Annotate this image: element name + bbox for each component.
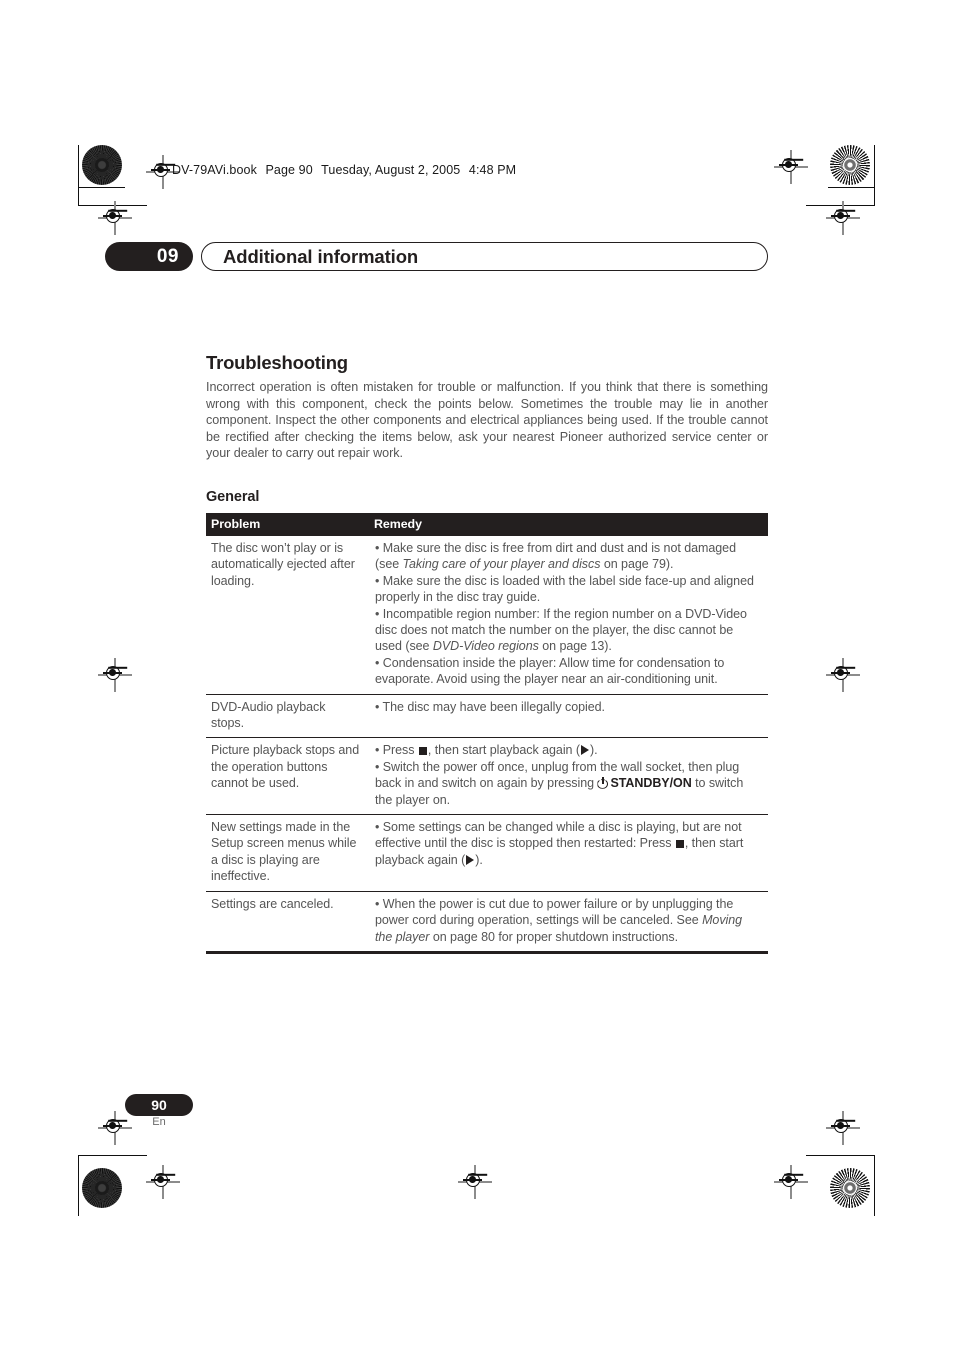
page-title: Troubleshooting: [206, 352, 348, 373]
cross-reference: Moving the player: [375, 913, 743, 944]
remedy-bullet: • Make sure the disc is loaded with the …: [375, 573, 754, 605]
chapter-header: 09 Additional information: [105, 242, 768, 271]
cell-problem: DVD-Audio playback stops.: [206, 694, 369, 739]
registration-mark-right-upper: [826, 201, 860, 235]
crop-mark-top-right-outer: [806, 145, 875, 206]
registration-mark-left-upper: [98, 201, 132, 235]
remedy-bullet: • Switch the power off once, unplug from…: [375, 759, 744, 807]
play-icon: [580, 745, 589, 756]
cross-reference: DVD-Video regions: [432, 639, 539, 654]
remedy-bullet: • Press , then start playback again ().: [375, 743, 598, 758]
chapter-title: Additional information: [223, 245, 419, 267]
subsection-title: General: [206, 488, 260, 505]
crop-mark-bottom-left: [78, 1155, 125, 1198]
control-name: STANDBY/ON: [610, 776, 692, 791]
stop-icon: [675, 839, 684, 848]
table-row: DVD-Audio playback stops. • The disc may …: [206, 694, 768, 739]
print-density-mark-bottom-left: [82, 1168, 122, 1208]
table-row: Settings are canceled. • When the power i…: [206, 891, 768, 954]
registration-mark-bottom-right: [774, 1165, 808, 1199]
column-header-remedy: Remedy: [369, 512, 768, 536]
page-content: Troubleshooting Incorrect operation is o…: [206, 352, 768, 954]
running-head-date: Tuesday, August 2, 2005: [321, 163, 461, 177]
remedy-bullet: • Incompatible region number: If the reg…: [375, 606, 747, 654]
print-density-mark-top-right: [830, 145, 870, 185]
intro-paragraph: Incorrect operation is often mistaken fo…: [206, 380, 768, 461]
cell-remedy: • Make sure the disc is free from dirt a…: [369, 535, 768, 695]
play-icon: [466, 854, 475, 865]
registration-mark-top-right: [774, 150, 808, 184]
crop-mark-top-left: [78, 145, 125, 188]
print-density-mark-bottom-right: [830, 1168, 870, 1208]
crop-mark-bottom-right: [828, 1155, 875, 1198]
cell-remedy: • When the power is cut due to power fai…: [369, 891, 768, 954]
column-header-problem: Problem: [206, 512, 369, 536]
cell-problem: Picture playback stops and the operation…: [206, 737, 369, 816]
running-head: DV-79AVi.book Page 90 Tuesday, August 2,…: [172, 163, 516, 177]
cell-remedy: • The disc may have been illegally copie…: [369, 694, 768, 739]
table-row: New settings made in the Setup screen me…: [206, 814, 768, 892]
print-density-mark-top-left: [82, 145, 122, 185]
registration-mark-bottom-left: [146, 1165, 180, 1199]
cell-problem: Settings are canceled.: [206, 891, 369, 954]
power-icon: [597, 776, 608, 789]
cell-problem: New settings made in the Setup screen me…: [206, 814, 369, 892]
registration-mark-right-lower: [826, 1111, 860, 1145]
crop-mark-top-right: [828, 145, 875, 188]
running-head-time: 4:48 PM: [468, 163, 517, 177]
chapter-number-badge: 09: [105, 242, 193, 271]
crop-mark-top-left-outer: [78, 145, 147, 206]
cell-problem: The disc won’t play or is automatically …: [206, 535, 369, 695]
running-head-filename: DV-79AVi.book: [172, 163, 257, 177]
table-body: The disc won’t play or is automatically …: [206, 535, 768, 954]
remedy-bullet: • The disc may have been illegally copie…: [375, 699, 605, 714]
cross-reference: Taking care of your player and discs: [402, 557, 601, 572]
remedy-bullet: • When the power is cut due to power fai…: [375, 896, 743, 944]
table-header-row: Problem Remedy: [206, 512, 768, 536]
page-language-label: En: [152, 1116, 166, 1128]
running-head-page: Page 90: [265, 163, 313, 177]
crop-mark-bottom-right-outer: [806, 1155, 875, 1216]
cell-remedy: • Some settings can be changed while a d…: [369, 814, 768, 892]
cell-remedy: • Press , then start playback again (). •…: [369, 737, 768, 816]
remedy-bullet: • Condensation inside the player: Allow …: [375, 655, 725, 687]
crop-mark-bottom-left-outer: [78, 1155, 147, 1216]
registration-mark-bottom-center: [458, 1165, 492, 1199]
remedy-bullet: • Make sure the disc is free from dirt a…: [375, 540, 736, 572]
table-row: The disc won’t play or is automatically …: [206, 535, 768, 695]
troubleshooting-table: Problem Remedy The disc won’t play or is…: [206, 512, 768, 954]
registration-mark-right-middle: [826, 658, 860, 692]
stop-icon: [418, 746, 427, 755]
table-row: Picture playback stops and the operation…: [206, 737, 768, 816]
page-number-badge: 90: [125, 1094, 193, 1116]
registration-mark-left-middle: [98, 658, 132, 692]
remedy-bullet: • Some settings can be changed while a d…: [375, 820, 744, 867]
